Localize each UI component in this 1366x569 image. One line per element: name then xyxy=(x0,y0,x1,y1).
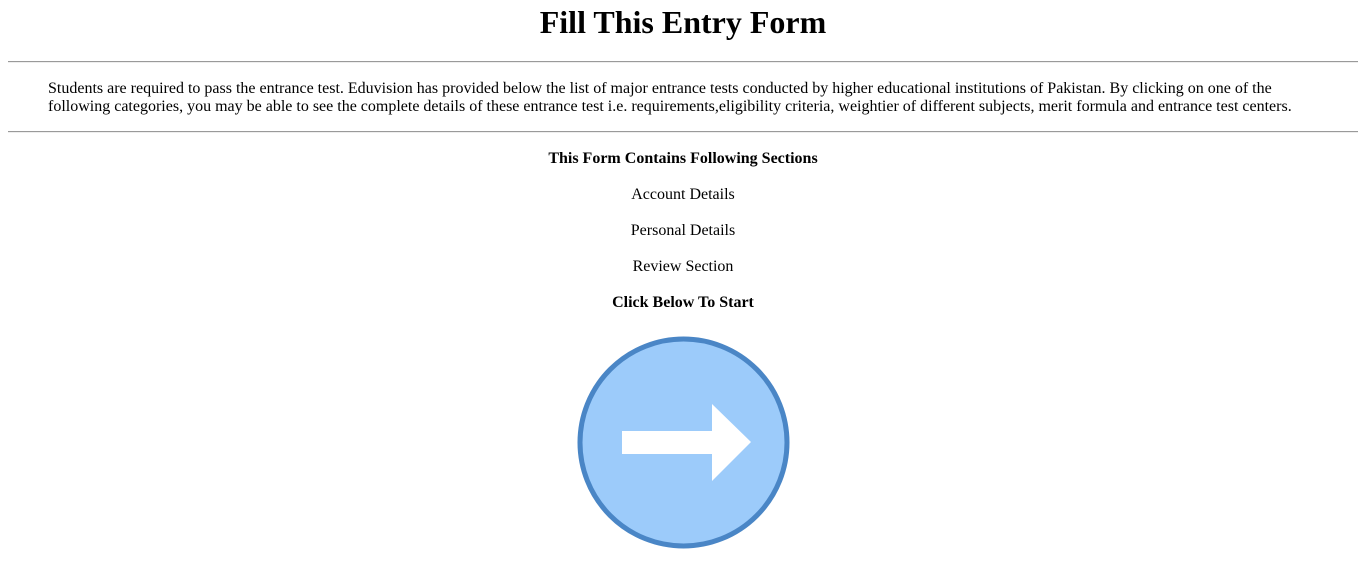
section-item-review-section: Review Section xyxy=(632,258,734,275)
section-item-account-details: Account Details xyxy=(631,186,735,203)
intro-paragraph: Students are required to pass the entran… xyxy=(48,80,1292,115)
section-item-personal-details: Personal Details xyxy=(630,222,736,239)
start-instruction: Click Below To Start xyxy=(612,294,754,311)
arrow-right-icon xyxy=(577,336,790,549)
start-button[interactable] xyxy=(576,335,791,550)
entry-form-page: Fill This Entry Form Students are requir… xyxy=(0,0,1366,569)
page-title: Fill This Entry Form xyxy=(539,4,827,40)
top-divider xyxy=(8,61,1358,63)
sections-heading: This Form Contains Following Sections xyxy=(548,150,818,167)
bottom-divider xyxy=(8,131,1358,133)
